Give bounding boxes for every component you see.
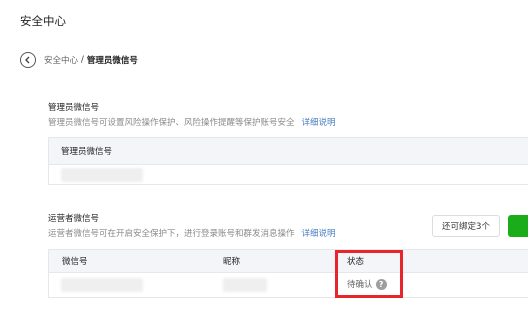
admin-wechat-id-redacted (61, 167, 143, 182)
operator-nickname-redacted (223, 278, 267, 292)
breadcrumb: 安全中心 / 管理员微信号 (20, 52, 138, 68)
operator-wechat-id-redacted (61, 278, 143, 292)
back-icon[interactable] (20, 52, 36, 68)
admin-table: 管理员微信号 (48, 137, 528, 185)
breadcrumb-parent-link[interactable]: 安全中心 (44, 54, 78, 66)
operator-section-title: 运营者微信号 (48, 214, 100, 224)
admin-section-description: 管理员微信号可设置风险操作保护、风险操作提醒等保护账号安全 详细说明 (48, 116, 336, 128)
column-header-nickname: 昵称 (223, 257, 241, 267)
highlight-annotation-box (335, 250, 403, 298)
operator-section-description: 运营者微信号可在开启安全保护下，进行登录账号和群发消息操作 详细说明 (48, 227, 336, 239)
operator-table-header: 微信号 昵称 状态 (49, 250, 528, 272)
breadcrumb-current: 管理员微信号 (86, 56, 138, 66)
bind-operator-button[interactable]: 还可绑定3个 (432, 215, 500, 237)
operator-table: 微信号 昵称 状态 待确认 ? (48, 249, 528, 298)
admin-table-header: 管理员微信号 (49, 138, 528, 164)
page-title: 安全中心 (20, 14, 66, 28)
column-header-wechat-id: 微信号 (62, 257, 88, 267)
admin-section-title: 管理员微信号 (48, 103, 100, 113)
admin-description-text: 管理员微信号可设置风险操作保护、风险操作提醒等保护账号安全 (48, 118, 295, 128)
operator-detail-link[interactable]: 详细说明 (302, 229, 336, 239)
table-row: 待确认 ? (49, 272, 528, 297)
admin-detail-link[interactable]: 详细说明 (302, 118, 336, 128)
add-operator-button[interactable] (508, 215, 528, 237)
operator-description-text: 运营者微信号可在开启安全保护下，进行登录账号和群发消息操作 (48, 229, 295, 239)
breadcrumb-separator: / (81, 55, 84, 65)
admin-table-row (49, 164, 528, 184)
